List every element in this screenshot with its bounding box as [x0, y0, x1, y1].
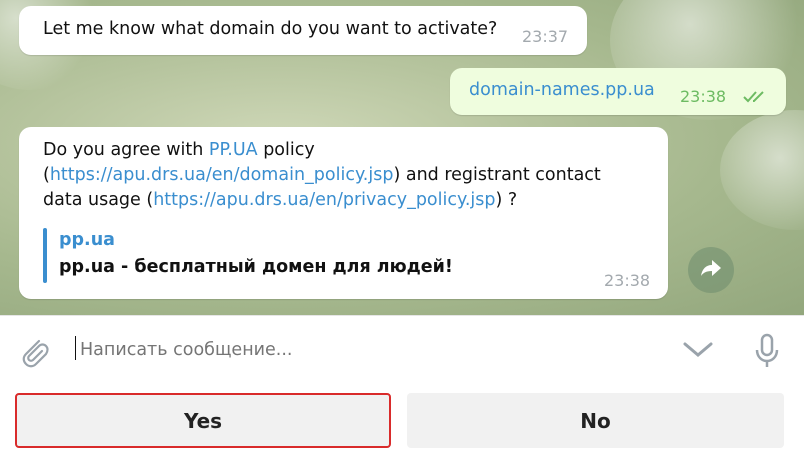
message-text: ) ?	[495, 190, 518, 210]
incoming-message: Let me know what domain do you want to a…	[19, 6, 587, 55]
message-input[interactable]	[78, 336, 642, 364]
no-button[interactable]: No	[407, 393, 784, 448]
message-time: 23:38	[680, 87, 727, 106]
policy-link[interactable]: PP.UA	[209, 140, 258, 160]
link-preview-description: pp.ua - бесплатный домен для людей!	[59, 257, 453, 277]
text-cursor	[75, 336, 76, 360]
outgoing-message: domain-names.pp.ua 23:38	[450, 68, 786, 115]
message-body: Do you agree with PP.UA policy (https://…	[43, 138, 643, 213]
message-link[interactable]: domain-names.pp.ua	[469, 78, 655, 103]
forward-button[interactable]	[688, 247, 734, 293]
link-preview-bar	[43, 228, 47, 283]
domain-policy-link[interactable]: https://apu.drs.ua/en/domain_policy.jsp	[50, 165, 394, 185]
double-check-icon	[742, 88, 770, 108]
message-text: Do you agree with	[43, 140, 209, 160]
message-time: 23:38	[604, 271, 651, 290]
background-decoration	[720, 110, 804, 230]
yes-button[interactable]: Yes	[15, 393, 391, 448]
message-text: Let me know what domain do you want to a…	[43, 19, 498, 39]
link-preview-title[interactable]: pp.ua	[59, 230, 115, 250]
bot-keyboard: Yes No	[0, 387, 804, 459]
microphone-icon[interactable]	[752, 333, 782, 375]
message-composer	[0, 315, 804, 388]
privacy-policy-link[interactable]: https://apu.drs.ua/en/privacy_policy.jsp	[153, 190, 495, 210]
share-arrow-icon	[700, 258, 722, 282]
paperclip-icon[interactable]	[17, 333, 51, 375]
message-time: 23:37	[522, 27, 569, 46]
chevron-down-icon[interactable]	[682, 340, 714, 362]
chat-history: Let me know what domain do you want to a…	[0, 0, 804, 315]
